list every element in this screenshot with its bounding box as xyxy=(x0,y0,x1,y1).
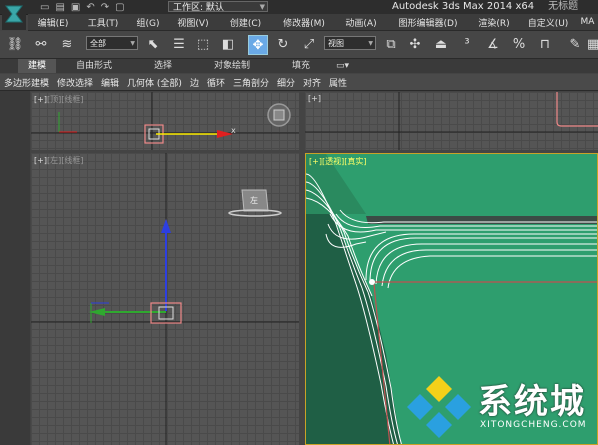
named-selection-icon[interactable]: ▦ xyxy=(584,35,598,53)
top-viewport-graphics xyxy=(31,92,299,150)
project-icon[interactable]: ▢ xyxy=(115,2,124,13)
ribbon-loops[interactable]: 循环 xyxy=(203,76,229,89)
snaps-toggle-icon[interactable]: ³ xyxy=(458,35,476,53)
menu-edit[interactable]: 编辑(E) xyxy=(28,16,78,29)
ribbon-modify-selection[interactable]: 修改选择 xyxy=(53,76,97,89)
menu-customize[interactable]: 自定义(U) xyxy=(519,16,577,29)
left-panel-strip xyxy=(0,91,30,445)
ribbon-panel-row: 多边形建模 修改选择 编辑 几何体 (全部) 边 循环 三角剖分 细分 对齐 属… xyxy=(0,74,598,91)
selection-filter-dropdown[interactable]: 全部 ▼ xyxy=(86,36,138,50)
window-title: Autodesk 3ds Max 2014 x64 无标题 xyxy=(392,0,578,14)
ribbon-tris[interactable]: 三角剖分 xyxy=(229,76,273,89)
chevron-down-icon: ▼ xyxy=(259,2,265,11)
left-viewport-graphics xyxy=(31,153,299,445)
menu-tools[interactable]: 工具(T) xyxy=(78,16,128,29)
tab-freeform[interactable]: 自由形式 xyxy=(76,59,112,73)
menu-group[interactable]: 组(G) xyxy=(128,16,168,29)
selection-filter-value: 全部 xyxy=(90,38,106,48)
unlink-icon[interactable]: ⚯ xyxy=(32,35,50,53)
selected-object-outline[interactable] xyxy=(556,92,598,127)
angle-snap-icon[interactable]: ∡ xyxy=(484,35,502,53)
watermark: 系统城 XITONGCHENG.COM xyxy=(400,368,598,445)
menu-rendering[interactable]: 渲染(R) xyxy=(469,16,519,29)
viewport-shading[interactable]: [真实] xyxy=(344,157,366,166)
rectangular-selection-icon[interactable]: ⬚ xyxy=(194,35,212,53)
tab-selection[interactable]: 选择 xyxy=(154,59,172,73)
viewport-front[interactable]: [+] xyxy=(305,92,598,150)
ribbon-options-icon[interactable]: ▭▾ xyxy=(336,59,349,73)
select-and-manipulate-icon[interactable]: ✣ xyxy=(406,35,424,53)
link-icon[interactable]: ⛓ xyxy=(6,35,24,53)
vertex-point[interactable] xyxy=(369,279,375,285)
ribbon-edit[interactable]: 编辑 xyxy=(97,76,123,89)
percent-snap-icon[interactable]: % xyxy=(510,35,528,53)
file-title: 无标题 xyxy=(548,1,579,12)
chevron-down-icon: ▼ xyxy=(130,39,135,47)
ribbon-subdivision[interactable]: 细分 xyxy=(273,76,299,89)
viewport-left[interactable]: [+][左][线框] 左 xyxy=(31,153,299,445)
tab-modeling[interactable]: 建模 xyxy=(18,59,57,73)
viewport-top[interactable]: [+][顶][线框] x xyxy=(31,92,299,150)
select-and-scale-icon[interactable]: ⤢ xyxy=(300,35,318,53)
title-bar: ▭ ▤ ▣ ↶ ↷ ▢ 工作区: 默认 ▼ Autodesk 3ds Max 2… xyxy=(0,0,598,15)
front-viewport-graphics xyxy=(305,92,598,150)
workspace-label: 工作区: 默认 xyxy=(173,3,224,13)
ribbon-polygon-modeling[interactable]: 多边形建模 xyxy=(0,76,53,89)
select-object-icon[interactable]: ⬉ xyxy=(144,35,162,53)
select-and-move-icon[interactable]: ✥ xyxy=(248,35,268,55)
save-icon[interactable]: ▣ xyxy=(71,2,80,13)
pivot-center-icon[interactable]: ⧉ xyxy=(382,35,400,53)
keyboard-shortcut-icon[interactable]: ⏏ xyxy=(432,35,450,53)
viewport-label[interactable]: [+][透视][真实] xyxy=(309,156,366,167)
watermark-url: XITONGCHENG.COM xyxy=(480,420,587,430)
ribbon-align[interactable]: 对齐 xyxy=(299,76,325,89)
select-and-rotate-icon[interactable]: ↻ xyxy=(274,35,292,53)
axis-x-label: x xyxy=(231,126,236,135)
main-toolbar: ⛓ ⚯ ≋ 全部 ▼ ⬉ ☰ ⬚ ◧ ✥ ↻ ⤢ 视图 ▼ ⧉ ✣ ⏏ ³ ∡ … xyxy=(0,31,598,59)
workspace-dropdown[interactable]: 工作区: 默认 ▼ xyxy=(168,1,268,13)
menu-maxscript[interactable]: MA xyxy=(577,17,598,27)
watermark-logo-icon xyxy=(407,376,471,438)
window-crossing-icon[interactable]: ◧ xyxy=(219,35,237,53)
chevron-down-icon: ▼ xyxy=(368,39,373,47)
quick-access-toolbar: ▭ ▤ ▣ ↶ ↷ ▢ xyxy=(40,0,125,14)
new-file-icon[interactable]: ▭ xyxy=(40,2,49,13)
tab-populate[interactable]: 填充 xyxy=(292,59,310,73)
ribbon-properties[interactable]: 属性 xyxy=(325,76,351,89)
watermark-text: 系统城 xyxy=(478,382,586,422)
undo-icon[interactable]: ↶ xyxy=(86,2,94,13)
viewcube-label: 左 xyxy=(250,196,258,205)
menu-modifiers[interactable]: 修改器(M) xyxy=(273,16,335,29)
reference-coordinate-dropdown[interactable]: 视图 ▼ xyxy=(324,36,376,50)
bind-space-warp-icon[interactable]: ≋ xyxy=(58,35,76,53)
ribbon-geometry-all[interactable]: 几何体 (全部) xyxy=(123,76,186,89)
ribbon-tabs: 建模 自由形式 选择 对象绘制 填充 ▭▾ xyxy=(0,59,598,73)
spinner-snap-icon[interactable]: ⊓ xyxy=(536,35,554,53)
menu-create[interactable]: 创建(C) xyxy=(218,16,273,29)
open-file-icon[interactable]: ▤ xyxy=(55,2,64,13)
app-logo-icon[interactable] xyxy=(2,0,26,30)
menu-bar: 编辑(E) 工具(T) 组(G) 视图(V) 创建(C) 修改器(M) 动画(A… xyxy=(28,14,598,31)
viewport-menu[interactable]: [+] xyxy=(309,157,322,166)
menu-animation[interactable]: 动画(A) xyxy=(335,16,387,29)
app-title: Autodesk 3ds Max 2014 x64 xyxy=(392,1,535,12)
reference-coordinate-value: 视图 xyxy=(328,38,344,48)
viewport-name[interactable]: [透视] xyxy=(322,157,344,166)
menu-views[interactable]: 视图(V) xyxy=(168,16,218,29)
select-by-name-icon[interactable]: ☰ xyxy=(170,35,188,53)
menu-graph-editors[interactable]: 图形编辑器(D) xyxy=(387,16,469,29)
redo-icon[interactable]: ↷ xyxy=(101,2,109,13)
ribbon-edges[interactable]: 边 xyxy=(186,76,203,89)
edit-named-selection-icon[interactable]: ✎ xyxy=(566,35,584,53)
tab-object-paint[interactable]: 对象绘制 xyxy=(214,59,250,73)
axis-arrow-icon[interactable] xyxy=(161,219,171,233)
